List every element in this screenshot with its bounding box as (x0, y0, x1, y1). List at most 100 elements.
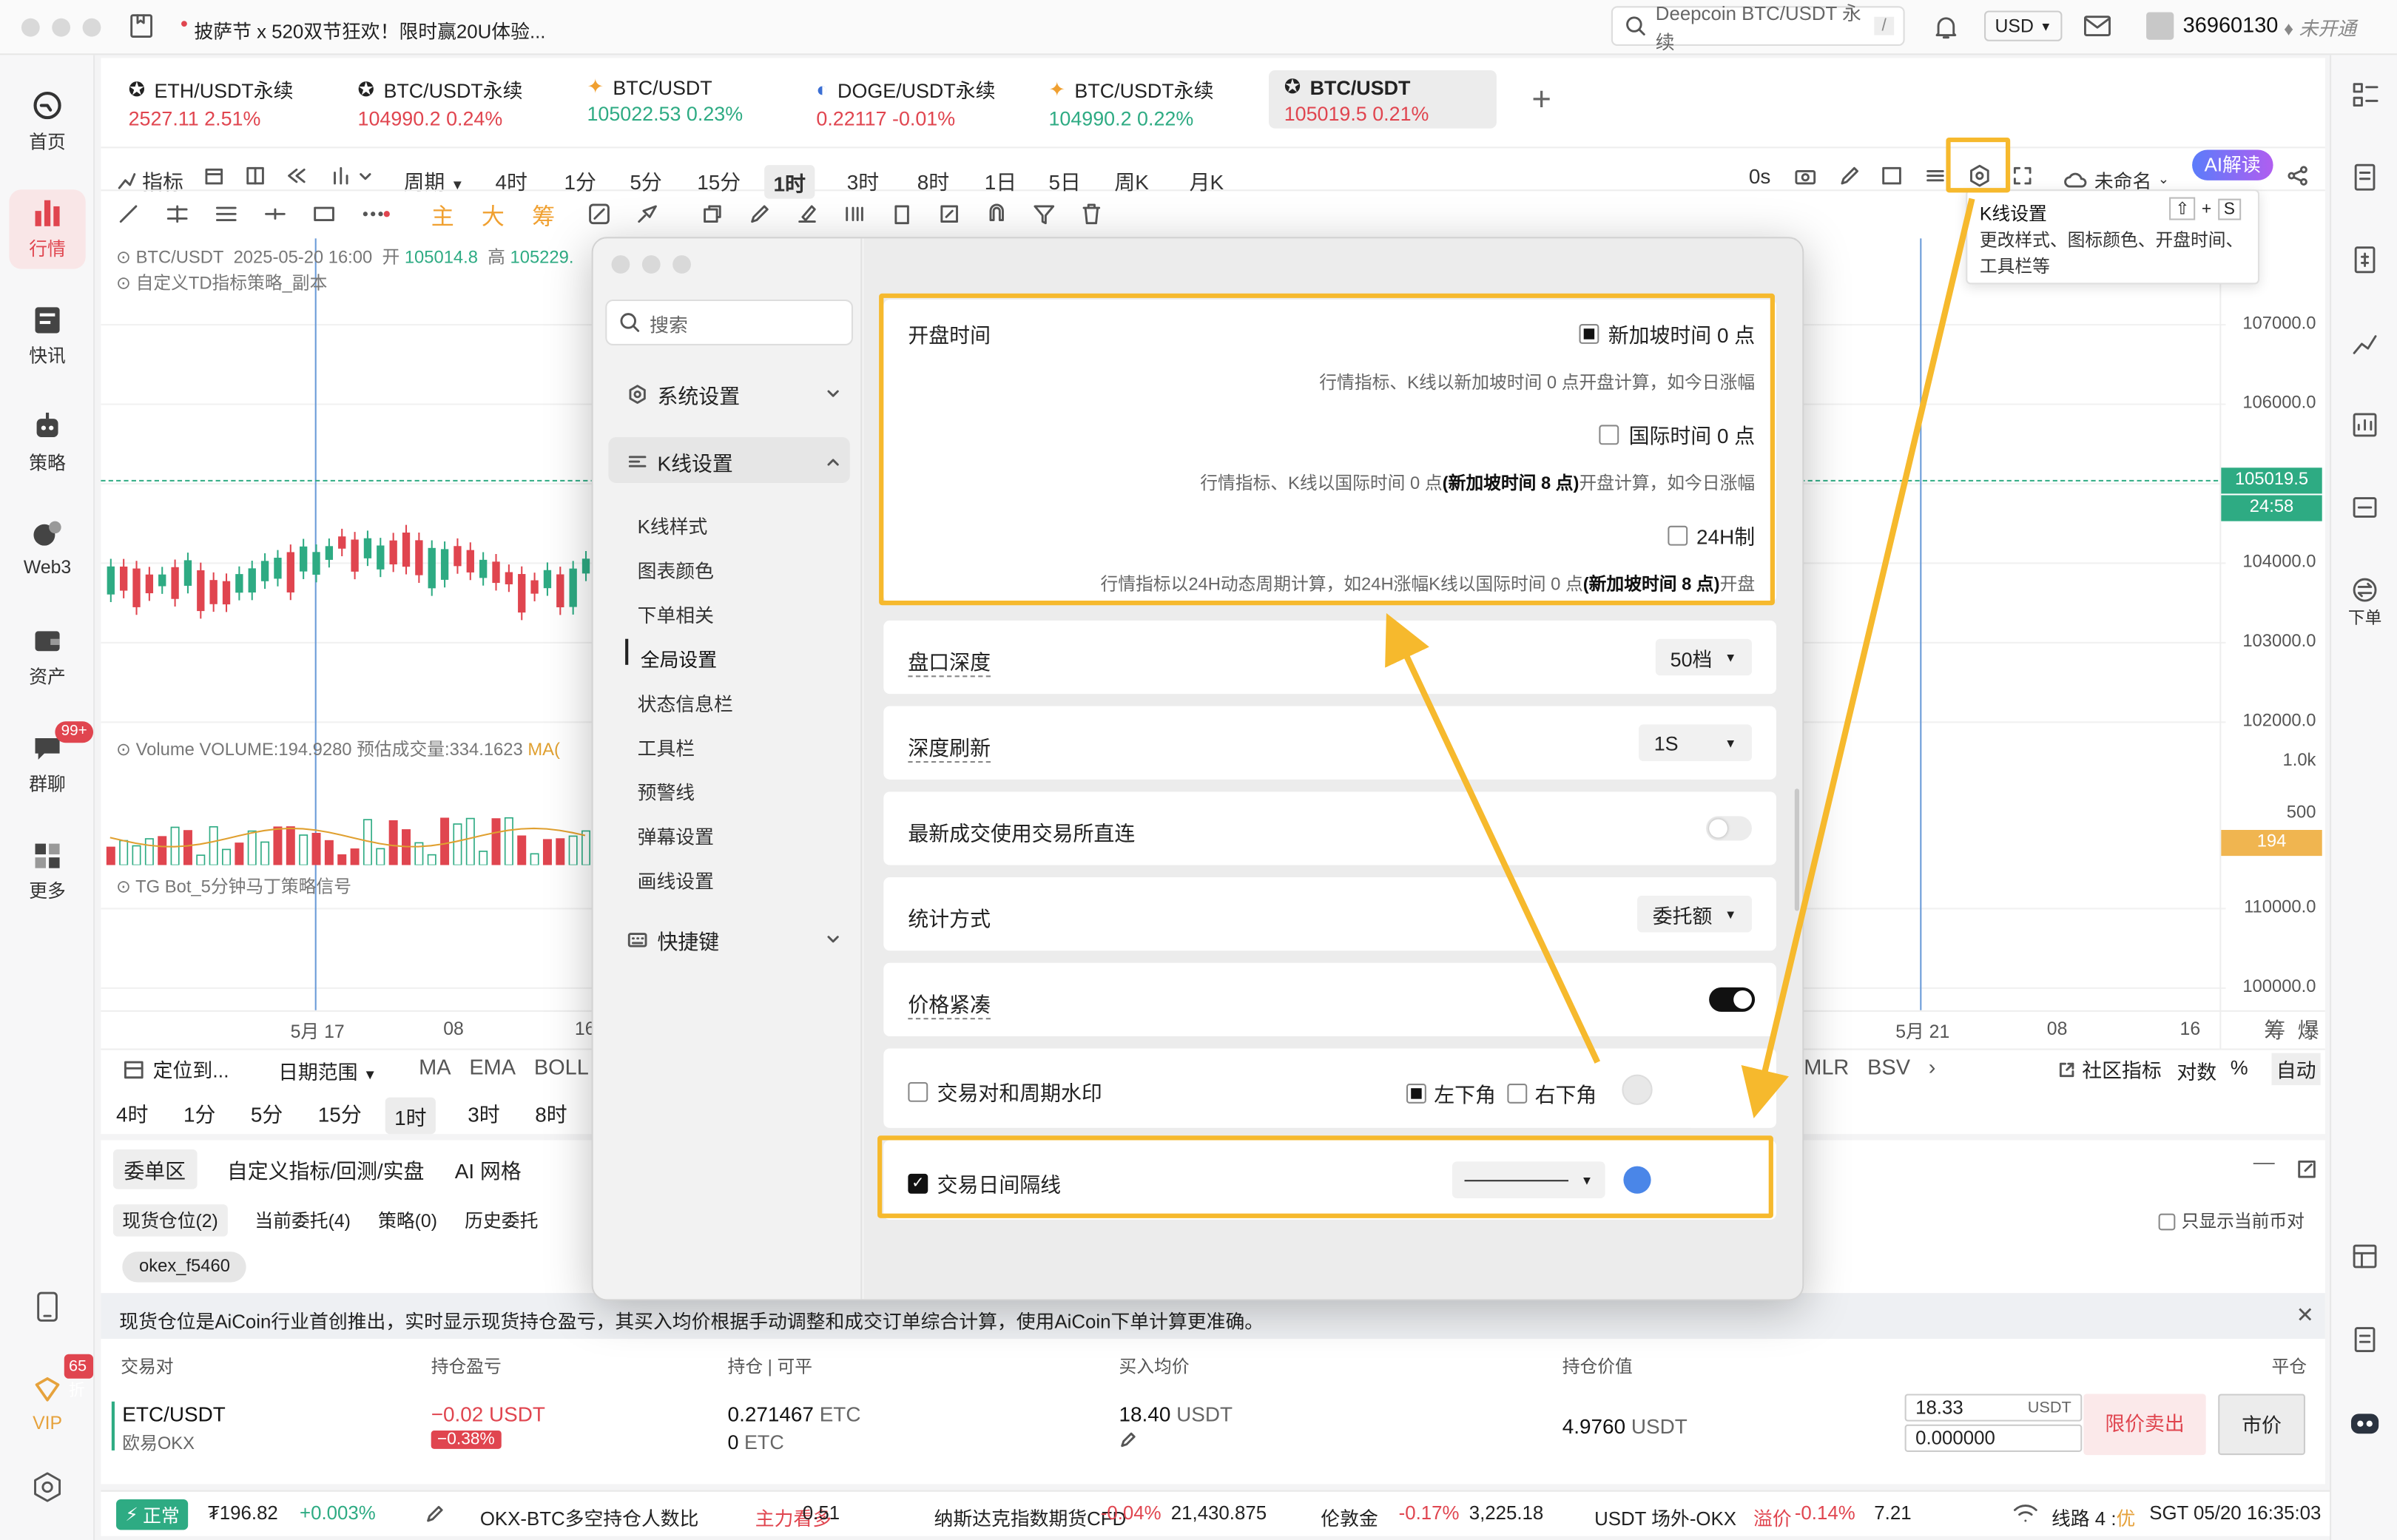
chip-distribution-toggle[interactable]: 筹 (2264, 1015, 2285, 1045)
interval-1[interactable]: 1分 (564, 165, 596, 195)
trend-chart-icon[interactable] (2350, 327, 2380, 357)
interval-quick-5[interactable]: 3时 (468, 1098, 499, 1128)
mlr-indicator-button[interactable]: MLR (1804, 1055, 1849, 1079)
copy-icon[interactable] (700, 202, 724, 226)
date-range-select[interactable]: 日期范围 ▼ (278, 1056, 377, 1085)
limit-sell-button[interactable]: 限价卖出 (2083, 1394, 2206, 1456)
collapse-icon[interactable]: ⊙ (116, 741, 131, 760)
only-current-pair-checkbox[interactable]: 只显示当前币对 (2158, 1209, 2305, 1233)
depth-chart-icon[interactable] (2350, 410, 2380, 440)
watermark-color-picker[interactable] (1622, 1074, 1653, 1105)
dots-line-icon[interactable] (361, 202, 391, 226)
interval-3[interactable]: 15分 (697, 165, 741, 195)
ticker-label[interactable]: 纳斯达克指数期货CFD (934, 1502, 1127, 1531)
watermark-bottom-right[interactable]: 右下角 (1507, 1078, 1597, 1108)
tab-order-area[interactable]: 委单区 (112, 1149, 197, 1189)
camera-icon[interactable] (1793, 165, 1818, 186)
draw-pen-icon[interactable] (1838, 165, 1862, 186)
fullscreen-icon[interactable] (2012, 165, 2033, 186)
boll-indicator-button[interactable]: BOLL (534, 1055, 589, 1079)
magnet-icon[interactable] (985, 202, 1009, 226)
edit-icon[interactable] (1119, 1431, 1138, 1449)
collapse-icon[interactable]: ⊙ (116, 879, 131, 897)
minimize-panel-icon[interactable]: — (2253, 1149, 2275, 1174)
symbol-tab-active[interactable]: ✪ BTC/USDT 105019.5 0.21% (1269, 70, 1497, 129)
measure-icon[interactable] (843, 202, 867, 226)
symbol-tab[interactable]: ✦ BTC/USDT永续 104990.2 0.22% (1034, 70, 1229, 129)
pencil-icon[interactable] (747, 202, 772, 226)
nav-assets[interactable]: 资产 (0, 624, 95, 689)
tab-ai-grid[interactable]: AI 网格 (455, 1154, 522, 1184)
ma-indicator-button[interactable]: MA (419, 1055, 451, 1079)
dialog-minimize-button[interactable] (641, 255, 661, 274)
nav-vip[interactable]: VIP (0, 1373, 95, 1433)
compact-price-toggle[interactable] (1709, 987, 1756, 1012)
interval-6[interactable]: 8时 (917, 165, 949, 195)
mail-icon[interactable] (2082, 13, 2112, 40)
subtab-order-history[interactable]: 历史委托 (465, 1207, 538, 1233)
interval-5[interactable]: 3时 (847, 165, 879, 195)
currency-select[interactable]: USD ▼ (1984, 10, 2063, 41)
bell-icon[interactable] (1932, 14, 1960, 41)
dialog-close-button[interactable] (611, 255, 630, 274)
document-icon[interactable] (2350, 162, 2380, 192)
settings-subitem-8[interactable]: 画线设置 (638, 865, 714, 894)
log-scale-toggle[interactable]: 对数 (2177, 1056, 2216, 1085)
subtab-strategies[interactable]: 策略(0) (378, 1207, 437, 1233)
multi-lines-icon[interactable] (214, 202, 238, 226)
trendline-icon[interactable] (116, 202, 141, 226)
settings-subitem-1[interactable]: 图表颜色 (638, 555, 714, 584)
liquidation-toggle[interactable]: 爆 (2298, 1015, 2319, 1045)
brush-icon[interactable] (635, 202, 659, 226)
community-indicator-button[interactable]: 社区指标 (2057, 1055, 2162, 1084)
interval-0[interactable]: 4时 (495, 165, 527, 195)
horizontal-line-icon[interactable] (263, 202, 287, 226)
filter-icon[interactable] (1032, 202, 1056, 226)
subtab-spot-positions[interactable]: 现货仓位(2) (112, 1204, 228, 1237)
parallel-lines-icon[interactable] (165, 202, 189, 226)
settings-subitem-3[interactable]: 全局设置 (641, 644, 717, 672)
settings-search-input[interactable]: 搜索 (605, 299, 853, 345)
settings-subitem-2[interactable]: 下单相关 (638, 599, 714, 628)
depth-select[interactable]: 50档 ▼ (1654, 638, 1752, 676)
connection-status[interactable]: ⚡ 正常 (116, 1499, 189, 1530)
nav-strategy[interactable]: 策略 (0, 410, 95, 476)
market-close-button[interactable]: 市价 (2218, 1394, 2305, 1456)
symbol-tab[interactable]: ✦ BTC/USDT 105022.53 0.23% (572, 70, 758, 129)
row-pair[interactable]: ETC/USDT (122, 1403, 225, 1426)
scrollbar-thumb[interactable] (1794, 788, 1800, 911)
ticker-label[interactable]: OKX-BTC多空持仓人数比 (480, 1502, 699, 1531)
interval-9[interactable]: 周K (1114, 165, 1149, 195)
nav-web3[interactable]: Web3 (0, 516, 95, 578)
watermark-bottom-left[interactable]: 左下角 (1406, 1078, 1496, 1108)
trash-icon[interactable] (1079, 202, 1104, 226)
ai-interpret-button[interactable]: AI解读 (2192, 149, 2273, 180)
share-icon[interactable] (2287, 165, 2308, 186)
main-overlay-toggle[interactable]: 主 (431, 200, 454, 232)
quantity-input[interactable]: 0.000000 (1904, 1424, 2083, 1452)
interval-quick-2[interactable]: 5分 (251, 1098, 283, 1128)
window-maximize-button[interactable] (82, 18, 101, 37)
rewind-icon[interactable] (286, 165, 307, 186)
tab-custom-indicator[interactable]: 自定义指标/回测/实盘 (227, 1154, 425, 1184)
close-icon[interactable]: ✕ (2296, 1302, 2314, 1328)
edit-note-icon[interactable] (937, 202, 962, 226)
network-line[interactable]: 线路 4 :优 (2052, 1502, 2135, 1531)
symbol-tab[interactable]: ✪ ETH/USDT永续 2527.11 2.51% (113, 70, 309, 129)
interval-2[interactable]: 5分 (630, 165, 661, 195)
big-overlay-toggle[interactable]: 大 (482, 200, 505, 232)
layout-icon[interactable] (2350, 1241, 2380, 1271)
settings-gear-icon[interactable] (30, 1470, 64, 1504)
popout-panel-icon[interactable] (2296, 1158, 2318, 1180)
watermark-checkbox[interactable]: 交易对和周期水印 (908, 1076, 1102, 1107)
refresh-select[interactable]: 1S ▼ (1639, 724, 1752, 762)
clipboard-tool-icon[interactable] (890, 202, 914, 226)
symbol-tab[interactable]: ✪ BTC/USDT永续 104990.2 0.24% (343, 70, 538, 129)
sync-icon[interactable] (587, 202, 611, 226)
chart-type-icon[interactable] (330, 165, 373, 186)
price-input[interactable]: 18.33 USDT (1904, 1394, 2083, 1422)
group-shortcuts[interactable]: 快捷键 (627, 925, 840, 955)
percent-scale-toggle[interactable]: % (2231, 1056, 2248, 1079)
nav-news[interactable]: 快讯 (0, 303, 95, 368)
nav-home[interactable]: 首页 (0, 89, 95, 155)
